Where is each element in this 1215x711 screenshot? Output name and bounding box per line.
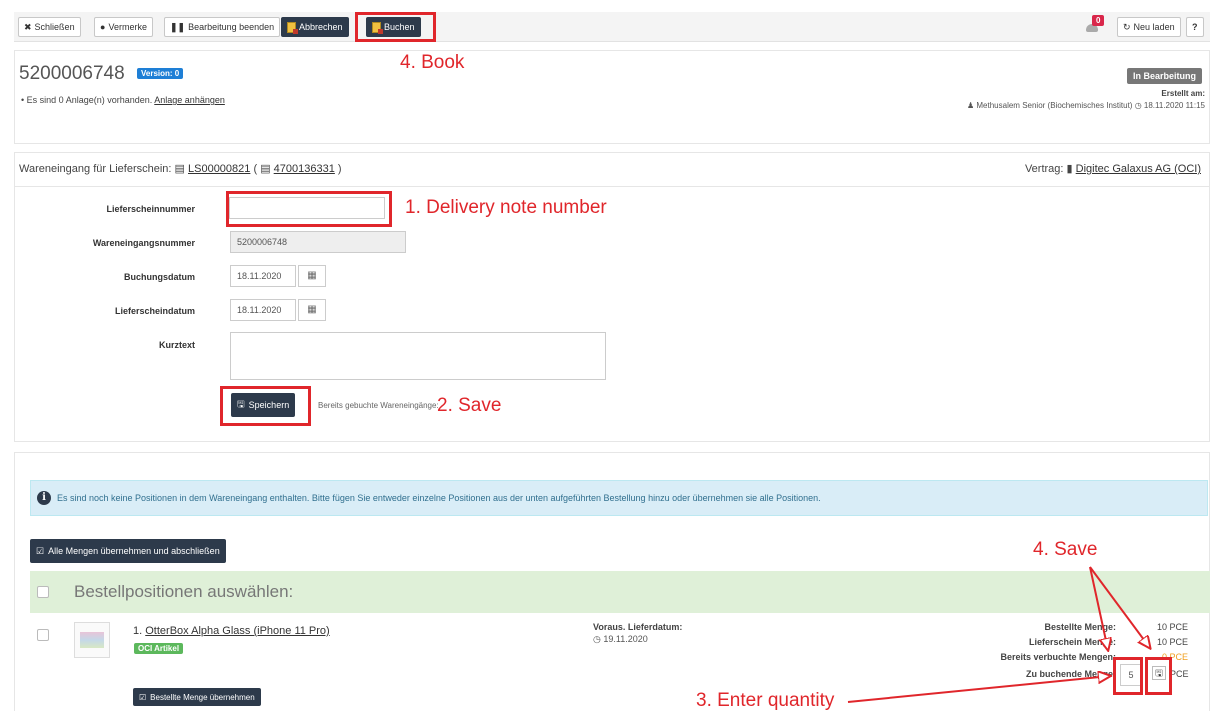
annotation-delivery-note: 1. Delivery note number (405, 197, 607, 218)
delivery-note-qty-label: Lieferschein Menge: (1028, 637, 1116, 647)
item-checkbox[interactable] (37, 629, 49, 641)
notification-badge: 0 (1092, 15, 1105, 26)
order-link[interactable]: 4700136331 (274, 163, 335, 175)
select-all-checkbox[interactable] (37, 586, 49, 598)
goods-receipt-number-field: 5200006748 (230, 231, 406, 253)
comment-icon: ● (100, 22, 106, 32)
clock-icon: ◷ (593, 634, 601, 644)
info-text: Es sind noch keine Positionen in dem War… (57, 493, 821, 503)
user-icon: ♟ (966, 101, 975, 110)
refresh-icon: ↻ (1123, 22, 1131, 32)
oci-tag: OCI Artikel (134, 643, 184, 654)
delivery-note-number-label: Lieferscheinnummer (106, 204, 195, 214)
delivery-date-input[interactable]: 18.11.2020 (230, 299, 296, 321)
receipt-header: Wareneingang für Lieferschein: ▤ LS00000… (15, 153, 1209, 187)
creator-name: Methusalem Senior (Biochemisches Institu… (976, 101, 1133, 110)
product-thumbnail (74, 622, 110, 658)
annotation-enter-quantity: 3. Enter quantity (696, 690, 835, 711)
reload-label: Neu laden (1133, 22, 1175, 32)
contract-info: Vertrag: ▮ Digitec Galaxus AG (OCI) (1025, 162, 1201, 175)
annotation-save: 2. Save (437, 395, 502, 416)
already-booked-label: Bereits gebuchte Wareneingänge: (318, 401, 439, 410)
expected-date-label: Voraus. Lieferdatum: (593, 622, 683, 632)
attach-link[interactable]: Anlage anhängen (154, 95, 225, 105)
highlight-item-save (1145, 657, 1172, 695)
delivery-note-qty-value: 10 PCE (1156, 637, 1188, 647)
version-badge: Version: 0 (137, 68, 184, 79)
item-title: 1. OtterBox Alpha Glass (iPhone 11 Pro) (133, 625, 330, 637)
short-text-label: Kurztext (158, 340, 195, 350)
calendar-icon[interactable]: ▦ (298, 299, 326, 321)
close-icon: ✖ (24, 22, 32, 32)
creator-info: ♟ Methusalem Senior (Biochemisches Insti… (967, 101, 1205, 110)
accept-ordered-label: Bestellte Menge übernehmen (150, 692, 255, 702)
contract-link[interactable]: Digitec Galaxus AG (OCI) (1076, 163, 1201, 175)
status-badge: In Bearbeitung (1127, 68, 1203, 84)
contract-label: Vertrag: (1024, 163, 1064, 175)
document-cancel-icon (287, 21, 298, 34)
delivery-note-link[interactable]: LS00000821 (188, 163, 250, 175)
ordered-qty-label: Bestellte Menge: (1044, 622, 1116, 632)
help-button[interactable]: ? (1186, 17, 1204, 37)
book-icon: ▮ (1066, 163, 1073, 175)
info-alert: i Es sind noch keine Positionen in dem W… (30, 480, 1208, 516)
item-title-link[interactable]: OtterBox Alpha Glass (iPhone 11 Pro) (145, 625, 329, 637)
receipt-title: Wareneingang für Lieferschein: ▤ LS00000… (19, 163, 342, 175)
document-icon: ▤ (260, 163, 271, 175)
notes-button[interactable]: ● Vermerke (94, 17, 153, 37)
cancel-label: Abbrechen (299, 22, 343, 32)
info-icon: i (37, 491, 51, 505)
notification-icon[interactable]: 0 (1086, 15, 1105, 32)
short-text-input[interactable] (230, 332, 606, 380)
receipt-panel: Wareneingang für Lieferschein: ▤ LS00000… (14, 152, 1210, 442)
cancel-button[interactable]: Abbrechen (281, 17, 349, 37)
close-button[interactable]: ✖ Schließen (18, 17, 81, 37)
notes-label: Vermerke (108, 22, 147, 32)
created-date: 18.11.2020 11:15 (1143, 101, 1205, 110)
item-number: 1. (133, 625, 143, 637)
document-icon: ▤ (174, 163, 185, 175)
accept-ordered-qty-button[interactable]: ☑ Bestellte Menge übernehmen (133, 688, 261, 706)
header-panel: 5200006748 Version: 0 • Es sind 0 Anlage… (14, 50, 1210, 144)
unit-label: PCE (1170, 669, 1189, 679)
reload-button[interactable]: ↻ Neu laden (1117, 17, 1181, 37)
attachments-text: Es sind 0 Anlage(n) vorhanden. (26, 95, 153, 105)
expected-date: ◷ 19.11.2020 (593, 634, 648, 645)
ordered-qty-value: 10 PCE (1156, 622, 1188, 632)
delivery-date-label: Lieferscheindatum (114, 306, 195, 316)
to-book-qty-label: Zu buchende Menge: (1026, 669, 1116, 679)
highlight-delivery-note (226, 191, 392, 227)
checkbox-icon: ☑ (139, 692, 147, 702)
finish-label: Bearbeitung beenden (188, 22, 275, 32)
close-label: Schließen (34, 22, 75, 32)
annotation-item-save: 4. Save (1033, 539, 1098, 560)
clock-icon: ◷ (1134, 101, 1142, 110)
checkbox-icon: ☑ (36, 545, 45, 556)
document-number: 5200006748 (19, 63, 125, 84)
annotation-book: 4. Book (400, 52, 465, 73)
highlight-quantity (1113, 657, 1143, 695)
already-booked-qty-label: Bereits verbuchte Mengen: (1000, 652, 1116, 662)
help-label: ? (1192, 22, 1198, 32)
toolbar: ✖ Schließen ● Vermerke ❚❚ Bearbeitung be… (14, 12, 1210, 42)
accept-all-label: Alle Mengen übernehmen und abschließen (48, 546, 220, 556)
expected-date-value: 19.11.2020 (603, 634, 648, 644)
select-positions-bar: Bestellpositionen auswählen: (30, 571, 1210, 613)
booking-date-input[interactable]: 18.11.2020 (230, 265, 296, 287)
highlight-save (220, 386, 311, 426)
receipt-title-prefix: Wareneingang für Lieferschein: (19, 163, 172, 175)
calendar-icon[interactable]: ▦ (298, 265, 326, 287)
accept-all-button[interactable]: ☑ Alle Mengen übernehmen und abschließen (30, 539, 226, 563)
goods-receipt-number-label: Wareneingangsnummer (92, 238, 195, 248)
attachments-info: • Es sind 0 Anlage(n) vorhanden. Anlage … (21, 95, 225, 105)
finish-editing-button[interactable]: ❚❚ Bearbeitung beenden (164, 17, 281, 37)
created-label: Erstellt am: (1161, 89, 1205, 98)
booking-date-label: Buchungsdatum (124, 272, 195, 282)
pause-icon: ❚❚ (170, 22, 186, 32)
select-positions-title: Bestellpositionen auswählen: (74, 582, 294, 601)
highlight-book (355, 12, 436, 42)
